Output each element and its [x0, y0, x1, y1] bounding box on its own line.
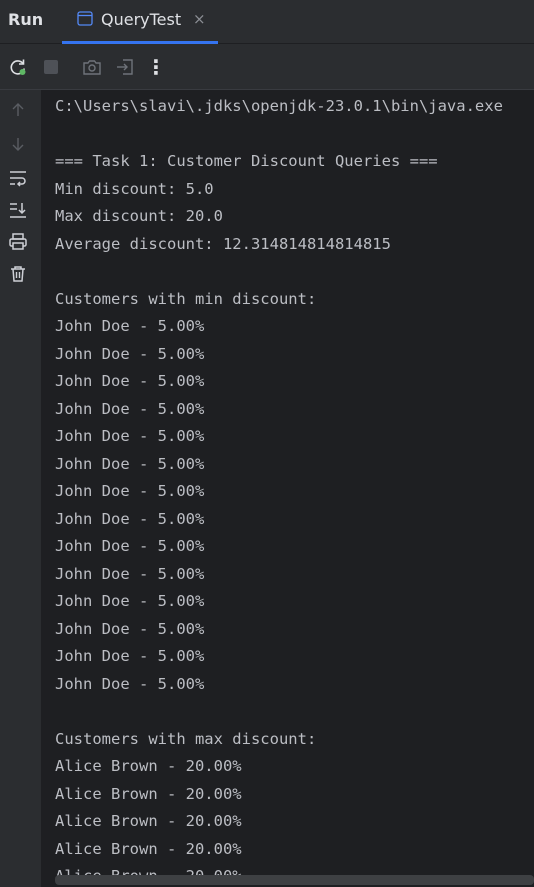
- tab-label: QueryTest: [101, 10, 182, 29]
- console-line: John Doe - 5.00%: [55, 344, 205, 363]
- console-line: John Doe - 5.00%: [55, 454, 205, 473]
- console-blank-line: [55, 258, 503, 286]
- console-blank-line: [55, 698, 503, 726]
- print-icon[interactable]: [8, 232, 28, 252]
- run-toolbar: ⋮: [0, 44, 534, 90]
- rerun-icon[interactable]: [8, 57, 28, 77]
- console-line: === Task 1: Customer Discount Queries ==…: [55, 152, 438, 170]
- console-line: John Doe - 5.00%: [55, 482, 205, 500]
- console-line: John Doe - 5.00%: [55, 427, 205, 445]
- console-line: Customers with max discount:: [55, 729, 317, 748]
- console-tab-icon: [77, 11, 93, 26]
- stop-icon[interactable]: [41, 57, 61, 77]
- close-tab-icon[interactable]: ×: [193, 10, 206, 28]
- console-line: Min discount: 5.0: [55, 179, 214, 198]
- console-line: Alice Brown - 20.00%: [55, 757, 242, 775]
- run-panel-title: Run: [8, 10, 44, 29]
- console-line: C:\Users\slavi\.jdks\openjdk-23.0.1\bin\…: [55, 97, 503, 115]
- arrow-up-icon[interactable]: [8, 100, 28, 120]
- console-line: Average discount: 12.314814814814815: [55, 234, 391, 253]
- scroll-to-end-icon[interactable]: [8, 200, 28, 220]
- console-line: John Doe - 5.00%: [55, 647, 205, 665]
- console-line: John Doe - 5.00%: [55, 372, 205, 390]
- console-blank-line: [55, 121, 503, 149]
- console-lines: C:\Users\slavi\.jdks\openjdk-23.0.1\bin\…: [55, 93, 503, 887]
- console-line: John Doe - 5.00%: [55, 619, 205, 638]
- console-output[interactable]: C:\Users\slavi\.jdks\openjdk-23.0.1\bin\…: [42, 90, 534, 887]
- console-line: John Doe - 5.00%: [55, 564, 205, 583]
- console-line: Alice Brown - 20.00%: [55, 784, 242, 803]
- screenshot-icon[interactable]: [82, 57, 102, 77]
- console-line: John Doe - 5.00%: [55, 317, 205, 335]
- exit-icon[interactable]: [115, 57, 135, 77]
- arrow-down-icon[interactable]: [8, 134, 28, 154]
- console-line: John Doe - 5.00%: [55, 509, 205, 528]
- console-sidebar: [0, 90, 42, 887]
- console-line: John Doe - 5.00%: [55, 399, 205, 418]
- more-options-icon[interactable]: ⋮: [146, 55, 166, 79]
- console-line: Alice Brown - 20.00%: [55, 839, 242, 858]
- console-line: John Doe - 5.00%: [55, 537, 205, 555]
- console-line: John Doe - 5.00%: [55, 674, 205, 693]
- soft-wrap-icon[interactable]: [8, 168, 28, 188]
- console-line: Max discount: 20.0: [55, 207, 223, 225]
- console-line: Alice Brown - 20.00%: [55, 812, 242, 830]
- horizontal-scrollbar[interactable]: [55, 875, 534, 885]
- trash-icon[interactable]: [8, 264, 28, 284]
- tab-querytest[interactable]: QueryTest ×: [62, 0, 218, 44]
- run-panel-header: Run QueryTest ×: [0, 0, 534, 44]
- console-line: John Doe - 5.00%: [55, 592, 205, 610]
- console-line: Customers with min discount:: [55, 289, 317, 308]
